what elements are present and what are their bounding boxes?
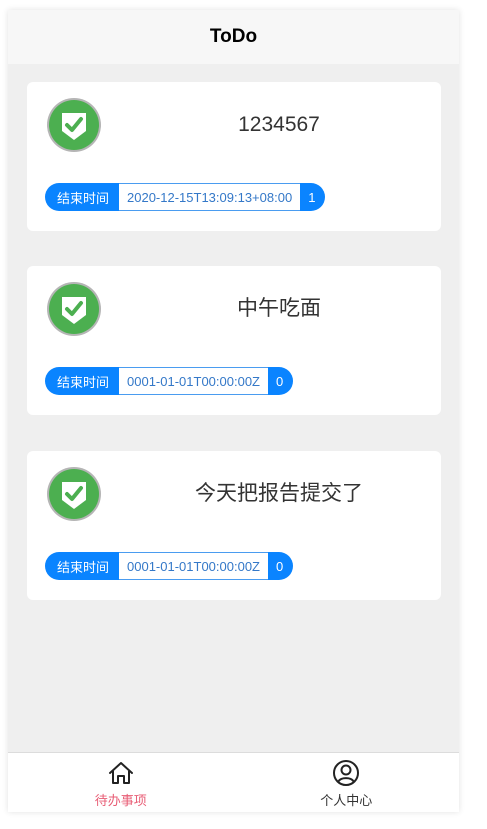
header: ToDo — [8, 10, 459, 64]
deadline-count: 0 — [268, 367, 294, 395]
tab-todos[interactable]: 待办事项 — [8, 753, 234, 812]
deadline-badge: 结束时间 2020-12-15T13:09:13+08:00 1 — [45, 183, 326, 211]
page-title: ToDo — [209, 26, 258, 47]
deadline-value: 2020-12-15T13:09:13+08:00 — [119, 183, 301, 211]
tab-bar: 待办事项 个人中心 — [8, 752, 459, 812]
todo-title: 1234567 — [238, 113, 320, 136]
deadline-label: 结束时间 — [45, 552, 120, 580]
todo-card[interactable]: 今天把报告提交了 结束时间 0001-01-01T00:00:00Z 0 — [27, 451, 441, 600]
todo-card[interactable]: 1234567 结束时间 2020-12-15T13:09:13+08:00 1 — [27, 82, 441, 231]
deadline-label: 结束时间 — [45, 183, 120, 211]
tab-label: 个人中心 — [320, 793, 373, 808]
deadline-badge: 结束时间 0001-01-01T00:00:00Z 0 — [45, 552, 294, 580]
tab-label: 待办事项 — [94, 793, 147, 808]
app-frame: ToDo 1234567 结束时间 2020-12-15T13:09:13+08… — [8, 10, 459, 812]
home-icon — [108, 762, 133, 784]
user-circle-icon — [333, 760, 360, 786]
deadline-label: 结束时间 — [45, 367, 120, 395]
deadline-value: 0001-01-01T00:00:00Z — [119, 367, 268, 395]
todo-card[interactable]: 中午吃面 结束时间 0001-01-01T00:00:00Z 0 — [27, 266, 441, 415]
deadline-count: 1 — [300, 183, 326, 211]
deadline-badge: 结束时间 0001-01-01T00:00:00Z 0 — [45, 367, 294, 395]
tab-profile[interactable]: 个人中心 — [234, 753, 460, 812]
deadline-count: 0 — [268, 552, 294, 580]
todo-title: 中午吃面 — [237, 297, 321, 320]
todo-title: 今天把报告提交了 — [195, 482, 363, 505]
check-shield-icon — [47, 98, 101, 152]
check-shield-icon — [47, 282, 101, 336]
check-shield-icon — [47, 467, 101, 521]
deadline-value: 0001-01-01T00:00:00Z — [119, 552, 268, 580]
